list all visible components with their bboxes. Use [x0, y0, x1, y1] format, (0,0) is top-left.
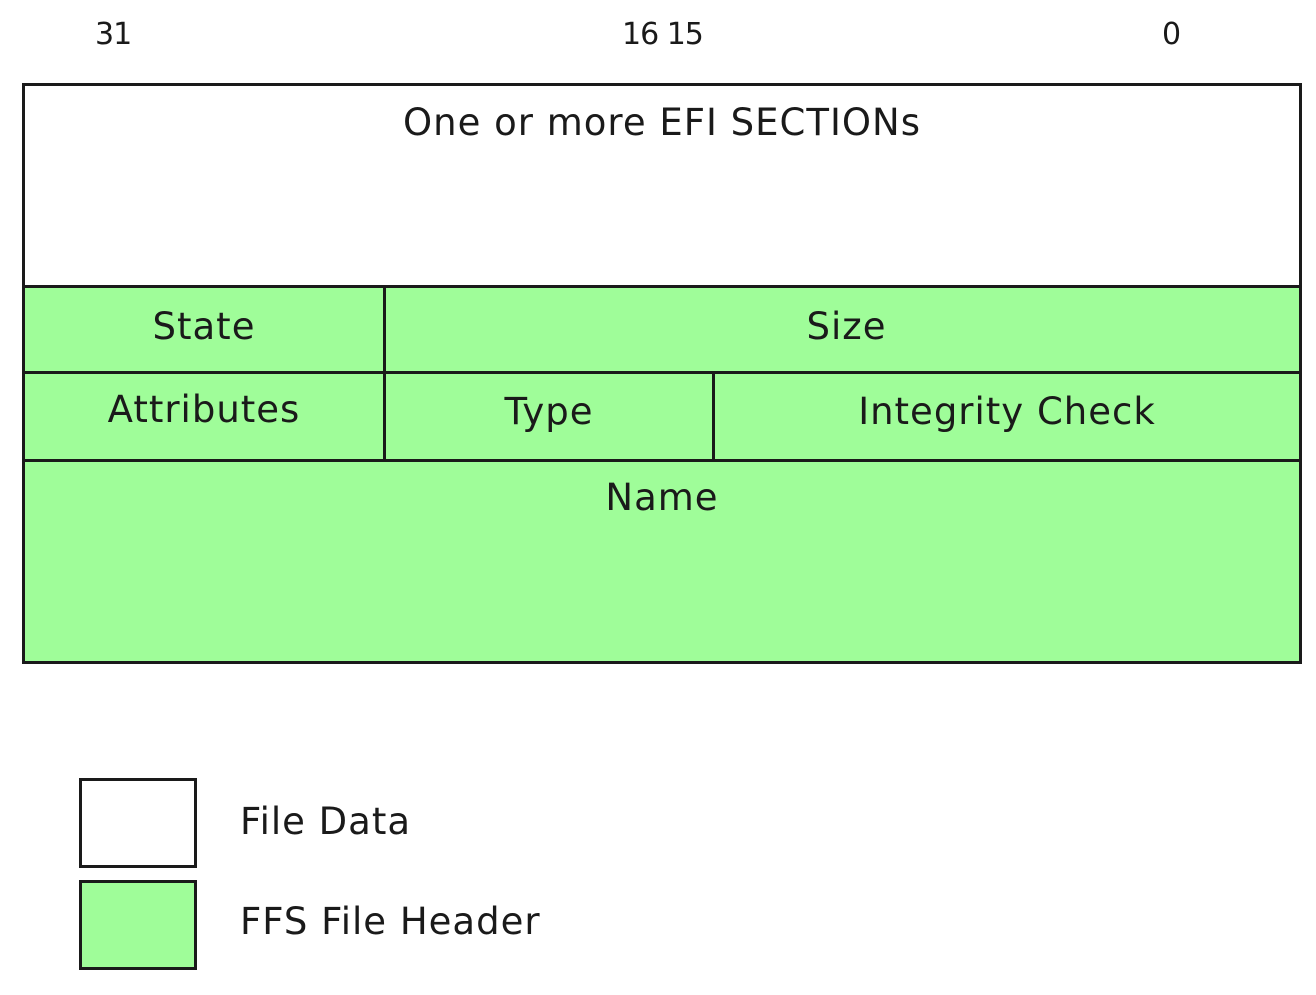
efi-sections-label: One or more EFI SECTIONs — [403, 101, 921, 144]
bit-16-15-label: 16 15 — [622, 17, 704, 52]
bit-31-label: 31 — [95, 17, 132, 52]
size-cell: Size — [386, 288, 1299, 374]
attributes-cell: Attributes — [25, 374, 386, 462]
legend-ffs-file-header-label: FFS File Header — [240, 900, 541, 943]
state-cell: State — [25, 288, 386, 374]
attributes-label: Attributes — [107, 388, 301, 431]
type-cell: Type — [386, 374, 715, 462]
type-label: Type — [504, 390, 594, 433]
state-label: State — [152, 305, 256, 348]
size-label: Size — [806, 305, 887, 348]
legend-file-data-label: File Data — [240, 800, 412, 843]
efi-sections-cell: One or more EFI SECTIONs — [25, 86, 1299, 288]
integrity-check-label: Integrity Check — [858, 390, 1156, 433]
legend-ffs-file-header-swatch — [79, 880, 197, 970]
name-cell: Name — [25, 462, 1299, 661]
name-label: Name — [605, 476, 719, 519]
ffs-file-layout: One or more EFI SECTIONs State Size Attr… — [22, 83, 1302, 664]
legend-file-data-swatch — [79, 778, 197, 868]
integrity-check-cell: Integrity Check — [715, 374, 1299, 462]
bit-0-label: 0 — [1162, 17, 1181, 52]
